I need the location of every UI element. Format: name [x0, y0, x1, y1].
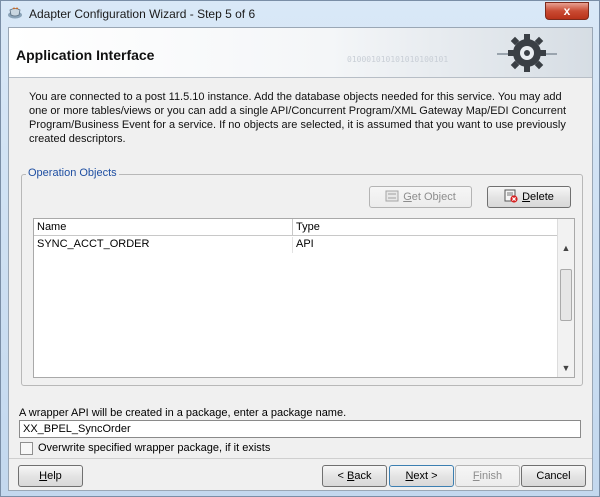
- next-button[interactable]: Next >: [389, 465, 454, 487]
- cell-name: SYNC_ACCT_ORDER: [37, 238, 150, 250]
- finish-button[interactable]: Finish: [455, 465, 520, 487]
- cancel-button[interactable]: Cancel: [521, 465, 586, 487]
- footer-divider: [9, 458, 592, 459]
- get-object-button[interactable]: Get Object: [369, 186, 472, 208]
- get-object-icon: [385, 190, 399, 202]
- table-header: Name Type: [34, 219, 557, 236]
- get-object-label: et Object: [411, 191, 456, 203]
- get-object-mnemonic: G: [403, 191, 412, 203]
- description-line: You are connected to a post 11.5.10 inst…: [29, 91, 562, 103]
- cell-type: API: [296, 238, 314, 250]
- help-mnemonic: H: [39, 470, 48, 482]
- table-row[interactable]: SYNC_ACCT_ORDER API: [34, 237, 557, 253]
- next-label: ext >: [413, 470, 438, 482]
- gear-icon: [497, 34, 557, 72]
- help-label: elp: [47, 470, 62, 482]
- scroll-up-icon[interactable]: ▲: [561, 243, 571, 253]
- scroll-down-icon[interactable]: ▼: [561, 363, 571, 373]
- column-divider[interactable]: [292, 219, 293, 236]
- column-header-name[interactable]: Name: [37, 221, 66, 233]
- finish-mnemonic: F: [472, 470, 480, 482]
- title-bar[interactable]: Adapter Configuration Wizard - Step 5 of…: [1, 1, 599, 27]
- delete-label: elete: [530, 191, 554, 203]
- back-label: ack: [354, 470, 372, 482]
- wizard-content: Application Interface 010001010101010100…: [8, 27, 593, 491]
- description-line: one or more tables/views or you can add …: [29, 105, 567, 117]
- operation-objects-table[interactable]: Name Type SYNC_ACCT_ORDER API ▲ ▼: [33, 218, 575, 378]
- banner-decoration-text: 010001010101010100101: [347, 55, 449, 64]
- description-text: You are connected to a post 11.5.10 inst…: [29, 90, 577, 146]
- column-header-type[interactable]: Type: [296, 221, 320, 233]
- row-divider: [292, 237, 293, 253]
- package-name-label: A wrapper API will be created in a packa…: [19, 407, 347, 419]
- package-name-input[interactable]: [19, 420, 581, 438]
- finish-label: inish: [479, 470, 503, 482]
- wizard-window: Adapter Configuration Wizard - Step 5 of…: [0, 0, 600, 497]
- back-prefix: <: [337, 470, 347, 482]
- delete-mnemonic: D: [522, 191, 531, 203]
- header-banner: Application Interface 010001010101010100…: [9, 28, 592, 78]
- delete-button[interactable]: Delete: [487, 186, 571, 208]
- window-title: Adapter Configuration Wizard - Step 5 of…: [29, 7, 256, 21]
- close-button[interactable]: x: [545, 2, 589, 20]
- scrollbar-thumb[interactable]: [560, 269, 572, 321]
- page-title: Application Interface: [16, 47, 155, 63]
- help-button[interactable]: Help: [18, 465, 83, 487]
- overwrite-package-label[interactable]: Overwrite specified wrapper package, if …: [38, 442, 270, 454]
- description-line: created descriptors.: [29, 133, 126, 145]
- back-button[interactable]: < Back: [322, 465, 387, 487]
- delete-icon: [504, 189, 518, 203]
- coffee-cup-icon: [8, 7, 22, 19]
- description-line: Program/Business Event for a service. If…: [29, 119, 566, 131]
- overwrite-package-checkbox[interactable]: [20, 442, 33, 455]
- operation-objects-legend: Operation Objects: [26, 167, 119, 179]
- table-scrollbar[interactable]: ▲ ▼: [557, 219, 574, 377]
